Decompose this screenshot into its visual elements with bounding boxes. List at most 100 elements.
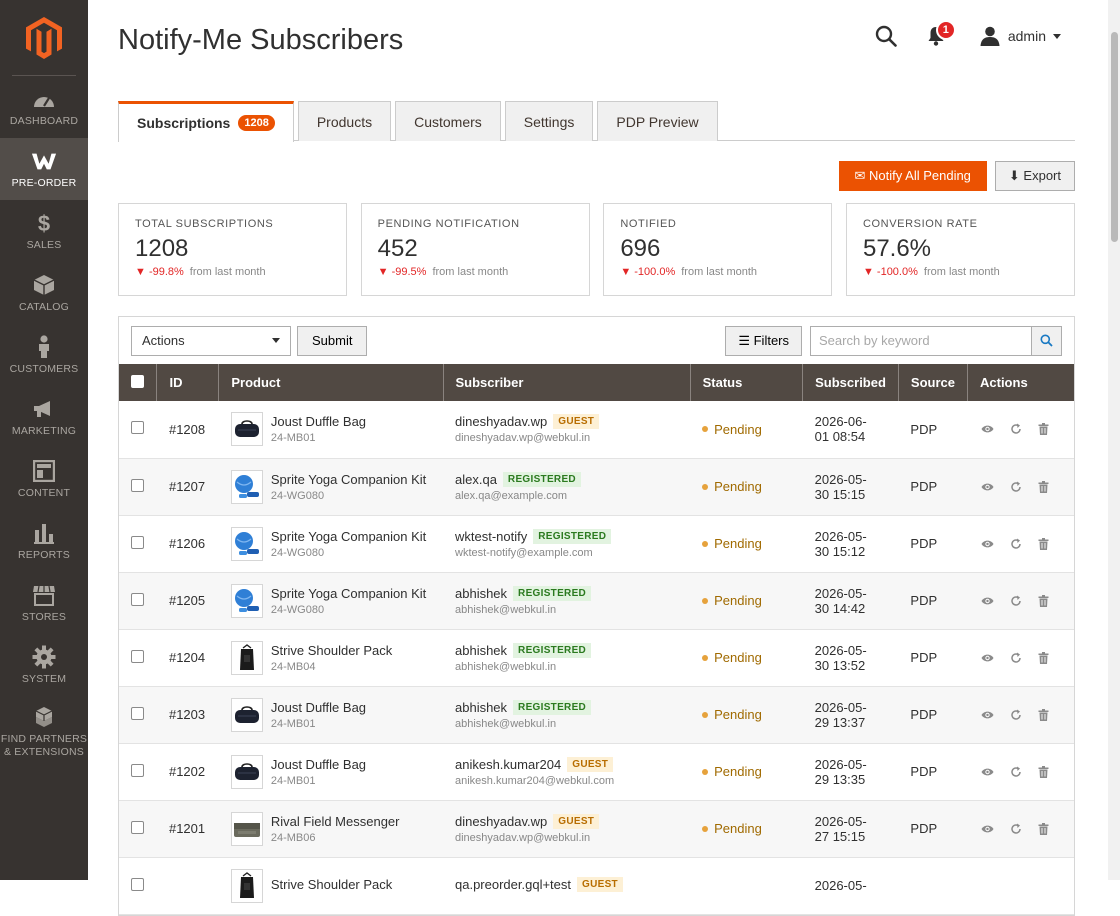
table-row[interactable]: #1205 Sprite Yoga Companion Kit 24-WG080 ab…	[119, 572, 1074, 630]
column-header-actions[interactable]: Actions	[967, 364, 1074, 401]
product-name[interactable]: Joust Duffle Bag	[271, 414, 366, 429]
table-row[interactable]: #1203 Joust Duffle Bag 24-MB01 abhishek REGI…	[119, 686, 1074, 744]
row-checkbox[interactable]	[131, 478, 144, 492]
sidebar-item-sales[interactable]: $ SALES	[0, 200, 88, 262]
sidebar-item-reports[interactable]: REPORTS	[0, 510, 88, 572]
search-submit-icon[interactable]	[1031, 326, 1061, 355]
tab-settings[interactable]: Settings	[504, 101, 594, 141]
tab-pdp-preview[interactable]: PDP Preview	[597, 101, 718, 141]
sidebar-item-catalog[interactable]: CATALOG	[0, 262, 88, 324]
scrollbar-thumb[interactable]	[1111, 32, 1118, 242]
product-name[interactable]: Sprite Yoga Companion Kit	[271, 472, 426, 487]
tab-products[interactable]: Products	[297, 101, 392, 141]
view-icon[interactable]	[980, 593, 996, 609]
view-icon[interactable]	[980, 764, 996, 780]
sidebar-item-stores[interactable]: STORES	[0, 572, 88, 634]
table-row[interactable]: #1208 Joust Duffle Bag 24-MB01 dineshyadav.…	[119, 401, 1074, 459]
row-checkbox[interactable]	[131, 763, 144, 777]
table-row[interactable]: #1201 Rival Field Messenger 24-MB06 dineshy…	[119, 800, 1074, 858]
view-icon[interactable]	[980, 479, 996, 495]
submit-button[interactable]: Submit	[297, 325, 368, 356]
sidebar-item-find-partners-extensions[interactable]: FIND PARTNERS & EXTENSIONS	[0, 696, 88, 766]
product-thumbnail[interactable]	[230, 412, 263, 447]
product-name[interactable]: Rival Field Messenger	[271, 814, 400, 829]
view-icon[interactable]	[980, 821, 996, 837]
notifications-bell-icon[interactable]: 1	[922, 20, 956, 50]
product-thumbnail[interactable]	[230, 754, 263, 789]
table-row[interactable]: #1206 Sprite Yoga Companion Kit 24-WG080 wk…	[119, 515, 1074, 573]
sidebar-item-customers[interactable]: CUSTOMERS	[0, 324, 88, 386]
column-header-subscribed[interactable]: Subscribed	[802, 364, 899, 401]
tab-subscriptions[interactable]: Subscriptions 1208	[118, 101, 294, 142]
row-checkbox[interactable]	[131, 649, 144, 663]
product-thumbnail[interactable]	[230, 811, 263, 846]
resend-icon[interactable]	[1008, 707, 1024, 723]
resend-icon[interactable]	[1008, 821, 1024, 837]
view-icon[interactable]	[980, 707, 996, 723]
resend-icon[interactable]	[1008, 421, 1024, 437]
view-icon[interactable]	[980, 536, 996, 552]
notify-all-pending-button[interactable]: ✉ Notify All Pending	[838, 161, 987, 191]
product-thumbnail[interactable]	[230, 697, 263, 732]
sidebar-item-content[interactable]: CONTENT	[0, 448, 88, 510]
product-thumbnail[interactable]	[230, 640, 263, 675]
product-thumbnail[interactable]	[230, 469, 263, 504]
stat-card: CONVERSION RATE 57.6% ▼ -100.0% from last m…	[845, 203, 1075, 296]
delete-icon[interactable]	[1036, 479, 1052, 495]
delete-icon[interactable]	[1036, 707, 1052, 723]
global-search-icon[interactable]	[872, 22, 900, 50]
resend-icon[interactable]	[1008, 764, 1024, 780]
mass-actions-select[interactable]: Actions	[131, 325, 291, 356]
delete-icon[interactable]	[1036, 821, 1052, 837]
column-header-subscriber[interactable]: Subscriber	[443, 364, 691, 401]
product-thumbnail[interactable]	[230, 868, 263, 903]
select-all-checkbox[interactable]	[131, 374, 144, 388]
magento-logo[interactable]	[12, 0, 76, 76]
product-name[interactable]: Strive Shoulder Pack	[271, 877, 392, 892]
column-header-source[interactable]: Source	[898, 364, 969, 401]
resend-icon[interactable]	[1008, 650, 1024, 666]
product-thumbnail[interactable]	[230, 526, 263, 561]
delete-icon[interactable]	[1036, 650, 1052, 666]
page-scrollbar[interactable]	[1108, 0, 1120, 880]
stat-delta: ▼ -100.0%	[620, 266, 676, 278]
keyword-search-input[interactable]	[811, 326, 1031, 355]
table-row[interactable]: Strive Shoulder Pack qa.preorder.gql+test…	[119, 857, 1074, 915]
resend-icon[interactable]	[1008, 593, 1024, 609]
delete-icon[interactable]	[1036, 764, 1052, 780]
sidebar-item-marketing[interactable]: MARKETING	[0, 386, 88, 448]
row-checkbox[interactable]	[131, 421, 144, 435]
resend-icon[interactable]	[1008, 536, 1024, 552]
delete-icon[interactable]	[1036, 421, 1052, 437]
export-button[interactable]: ⬇ Export	[994, 161, 1075, 191]
filters-button[interactable]: ☰ Filters	[725, 325, 802, 356]
column-header-status[interactable]: Status	[690, 364, 804, 401]
product-name[interactable]: Joust Duffle Bag	[271, 757, 366, 772]
table-row[interactable]: #1204 Strive Shoulder Pack 24-MB04 abhishek…	[119, 629, 1074, 687]
tab-customers[interactable]: Customers	[395, 101, 501, 141]
product-name[interactable]: Strive Shoulder Pack	[271, 643, 392, 658]
row-checkbox[interactable]	[131, 592, 144, 606]
view-icon[interactable]	[980, 421, 996, 437]
row-checkbox[interactable]	[131, 820, 144, 834]
sidebar-item-pre-order[interactable]: PRE-ORDER	[0, 138, 88, 200]
product-thumbnail[interactable]	[230, 583, 263, 618]
sidebar-item-dashboard[interactable]: DASHBOARD	[0, 76, 88, 138]
row-checkbox[interactable]	[131, 877, 144, 891]
view-icon[interactable]	[980, 650, 996, 666]
user-menu[interactable]: admin	[980, 26, 1061, 46]
tab-bar: Subscriptions 1208 Products Customers Settin…	[118, 101, 1075, 142]
table-row[interactable]: #1207 Sprite Yoga Companion Kit 24-WG080 al…	[119, 458, 1074, 516]
table-row[interactable]: #1202 Joust Duffle Bag 24-MB01 anikesh.kuma…	[119, 743, 1074, 801]
delete-icon[interactable]	[1036, 536, 1052, 552]
product-name[interactable]: Sprite Yoga Companion Kit	[271, 529, 426, 544]
column-header-product[interactable]: Product	[218, 364, 444, 401]
delete-icon[interactable]	[1036, 593, 1052, 609]
product-name[interactable]: Joust Duffle Bag	[271, 700, 366, 715]
row-checkbox[interactable]	[131, 706, 144, 720]
row-checkbox[interactable]	[131, 535, 144, 549]
column-header-id[interactable]: ID	[156, 364, 220, 401]
product-name[interactable]: Sprite Yoga Companion Kit	[271, 586, 426, 601]
resend-icon[interactable]	[1008, 479, 1024, 495]
sidebar-item-system[interactable]: SYSTEM	[0, 634, 88, 696]
